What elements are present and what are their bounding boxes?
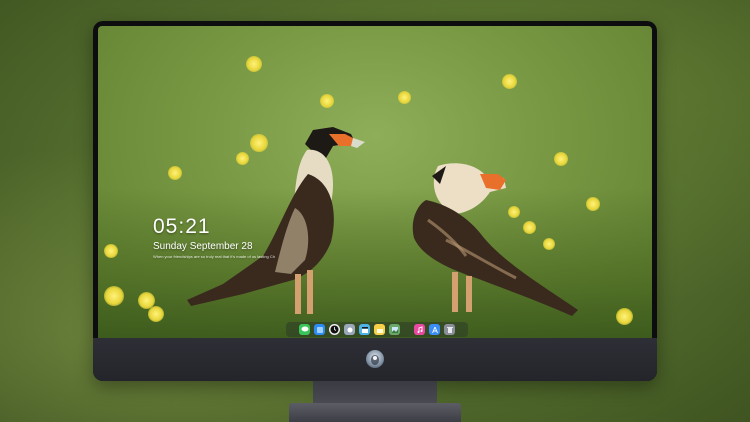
caracara-bird-right bbox=[412, 163, 578, 316]
preview-icon[interactable] bbox=[389, 324, 400, 335]
monitor-chin bbox=[93, 338, 657, 381]
flower bbox=[104, 244, 118, 258]
flower bbox=[502, 74, 517, 89]
flower bbox=[616, 308, 633, 325]
monitor: 05:21 Sunday September 28 When your frie… bbox=[93, 21, 657, 381]
flower bbox=[148, 306, 164, 322]
clock-icon[interactable] bbox=[329, 324, 340, 335]
dock bbox=[286, 322, 468, 337]
clock-note: When your friendships are so truly real … bbox=[153, 254, 275, 259]
screen-wallpaper: 05:21 Sunday September 28 When your frie… bbox=[98, 26, 652, 338]
music-icon[interactable] bbox=[414, 324, 425, 335]
appstore-icon[interactable] bbox=[429, 324, 440, 335]
claquette-icon[interactable] bbox=[359, 324, 370, 335]
flower bbox=[320, 94, 334, 108]
clock-time: 05:21 bbox=[153, 215, 211, 238]
monitor-stand-base bbox=[289, 403, 461, 422]
messages-icon[interactable] bbox=[299, 324, 310, 335]
flower bbox=[168, 166, 182, 180]
flower bbox=[104, 286, 124, 306]
flower bbox=[398, 91, 411, 104]
flower bbox=[586, 197, 600, 211]
monitor-stand-neck bbox=[313, 381, 437, 405]
flower bbox=[246, 56, 262, 72]
trash-icon[interactable] bbox=[444, 324, 455, 335]
notes-icon[interactable] bbox=[374, 324, 385, 335]
clock-date: Sunday September 28 bbox=[153, 241, 253, 252]
apple-logo-icon bbox=[366, 350, 384, 368]
photos-icon[interactable] bbox=[344, 324, 355, 335]
lock-screen-clock: 05:21 Sunday September 28 When your frie… bbox=[153, 215, 275, 260]
finder-icon[interactable] bbox=[314, 324, 325, 335]
